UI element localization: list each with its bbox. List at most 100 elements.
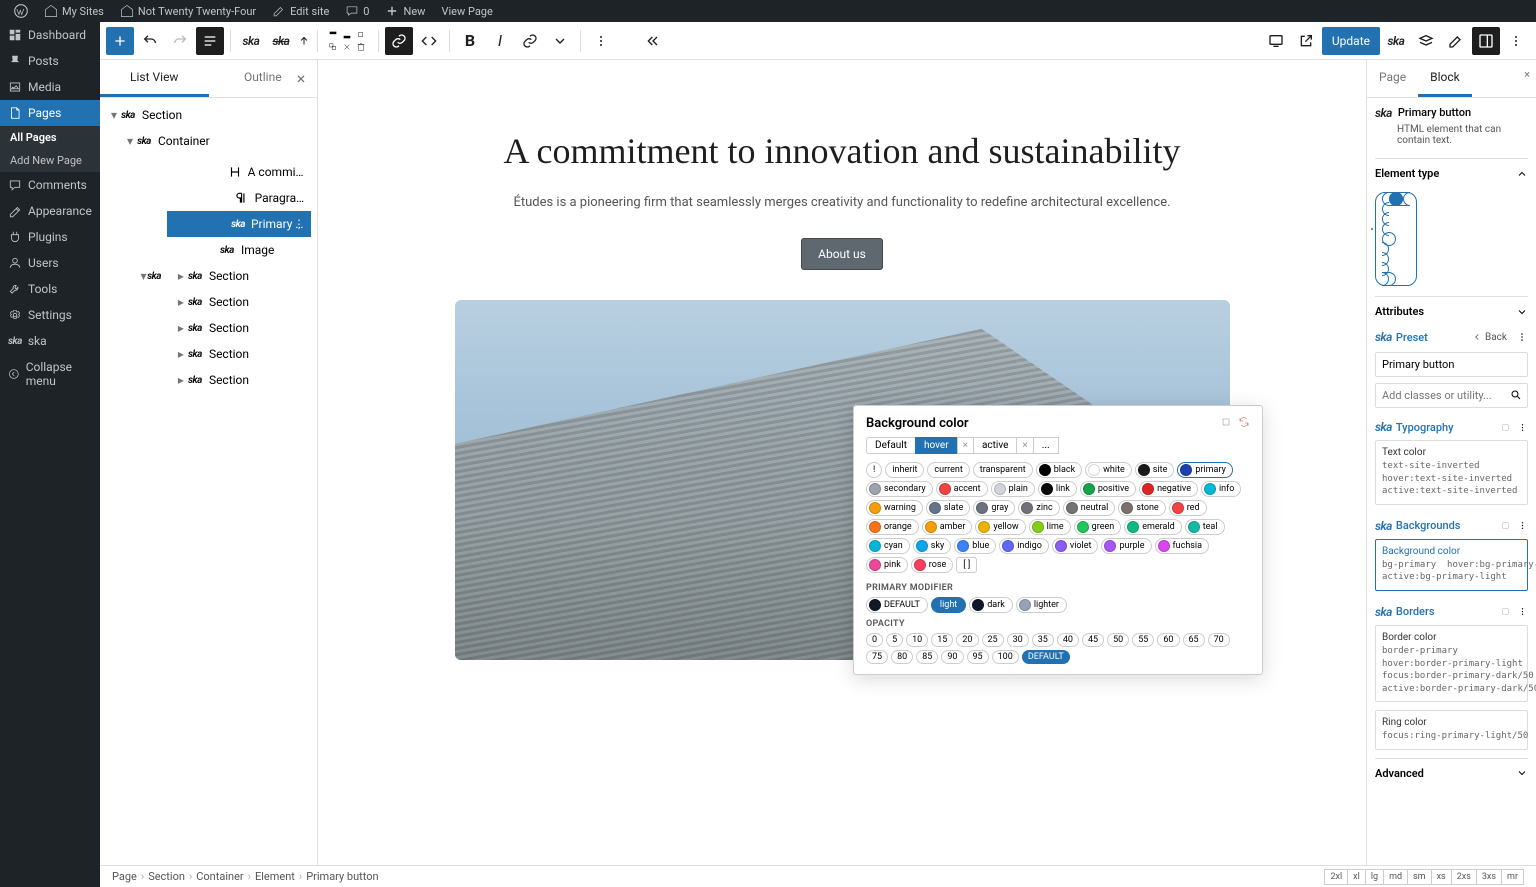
- color-violet[interactable]: violet: [1052, 538, 1099, 554]
- insert-before-icon[interactable]: [328, 30, 338, 40]
- tree-item-div[interactable]: ▾ ska A commitment to innovati... Paragr…: [100, 154, 317, 398]
- opacity-15[interactable]: 15: [931, 633, 953, 647]
- viewport-3xs[interactable]: 3xs: [1476, 869, 1502, 885]
- opacity-65[interactable]: 65: [1183, 633, 1205, 647]
- color-accent[interactable]: accent: [936, 481, 988, 497]
- color-stone[interactable]: stone: [1118, 500, 1165, 516]
- tree-item-section[interactable]: ▸ ska Section: [167, 315, 311, 341]
- typography-props[interactable]: Text color text-site-inverted hover:text…: [1375, 440, 1528, 505]
- color-neutral[interactable]: neutral: [1063, 500, 1116, 516]
- modifier-lighter[interactable]: lighter: [1016, 597, 1067, 613]
- color-blue[interactable]: blue: [954, 538, 996, 554]
- copy-icon[interactable]: [1500, 520, 1511, 531]
- more-icon[interactable]: [1517, 422, 1528, 433]
- more-options-button[interactable]: [1502, 27, 1530, 55]
- redo-button[interactable]: [166, 27, 194, 55]
- viewport-mr[interactable]: mr: [1501, 869, 1524, 885]
- color-zinc[interactable]: zinc: [1018, 500, 1059, 516]
- copy-icon[interactable]: [1220, 416, 1232, 428]
- borders-props-1[interactable]: Border color border-primary hover:border…: [1375, 625, 1528, 702]
- color-fuchsia[interactable]: fuchsia: [1155, 538, 1210, 554]
- viewport-xs[interactable]: xs: [1431, 869, 1452, 885]
- backgrounds-label[interactable]: Backgrounds: [1396, 519, 1461, 532]
- back-button[interactable]: Back: [1485, 332, 1507, 343]
- color-current[interactable]: current: [927, 462, 969, 478]
- color-transparent[interactable]: transparent: [973, 462, 1033, 478]
- copy-icon[interactable]: [356, 30, 366, 40]
- viewport-sm[interactable]: sm: [1407, 869, 1432, 885]
- site-name[interactable]: Not Twenty Twenty-Four: [112, 4, 264, 18]
- color-white[interactable]: white: [1085, 462, 1132, 478]
- breadcrumb-section[interactable]: Section: [148, 870, 185, 883]
- viewport-lg[interactable]: lg: [1365, 869, 1384, 885]
- section-attributes[interactable]: Attributes: [1375, 296, 1528, 326]
- bold-button[interactable]: B: [456, 27, 484, 55]
- italic-button[interactable]: I: [486, 27, 514, 55]
- edit-button[interactable]: [1442, 27, 1470, 55]
- tree-item-section[interactable]: ▸ ska Section: [167, 263, 311, 289]
- color-lime[interactable]: lime: [1029, 519, 1071, 535]
- wp-menu-collapse-menu[interactable]: Collapse menu: [0, 354, 100, 394]
- opacity-40[interactable]: 40: [1057, 633, 1079, 647]
- color-purple[interactable]: purple: [1101, 538, 1151, 554]
- color-positive[interactable]: positive: [1080, 481, 1136, 497]
- state-Default[interactable]: Default: [866, 437, 916, 454]
- wp-menu-dashboard[interactable]: Dashboard: [0, 22, 100, 48]
- opacity-70[interactable]: 70: [1208, 633, 1230, 647]
- tree-item-options[interactable]: ⋮: [293, 217, 305, 231]
- opacity-25[interactable]: 25: [982, 633, 1004, 647]
- modifier-DEFAULT[interactable]: DEFAULT: [866, 597, 928, 613]
- link-inline-button[interactable]: [516, 27, 544, 55]
- breadcrumb-container[interactable]: Container: [196, 870, 243, 883]
- cut-icon[interactable]: [342, 42, 352, 52]
- opacity-5[interactable]: 5: [886, 633, 903, 647]
- add-block-button[interactable]: [106, 27, 134, 55]
- wp-menu-posts[interactable]: Posts: [0, 48, 100, 74]
- opacity-35[interactable]: 35: [1032, 633, 1054, 647]
- list-view-toggle[interactable]: [196, 27, 224, 55]
- tree-item-image[interactable]: ska Image: [167, 237, 311, 263]
- wp-menu-comments[interactable]: Comments: [0, 172, 100, 198]
- tree-item-container[interactable]: ▾ ska Container: [100, 128, 317, 154]
- viewport-xl[interactable]: xl: [1347, 869, 1366, 885]
- collapse-toolbar-button[interactable]: [639, 27, 667, 55]
- color-cyan[interactable]: cyan: [866, 538, 910, 554]
- state-×[interactable]: ×: [1016, 437, 1033, 454]
- edit-site[interactable]: Edit site: [264, 4, 337, 18]
- settings-toggle[interactable]: [1472, 27, 1500, 55]
- color-orange[interactable]: orange: [866, 519, 919, 535]
- ska-icon-2[interactable]: ska: [267, 27, 295, 55]
- viewport-2xs[interactable]: 2xs: [1451, 869, 1477, 885]
- element-chip-li[interactable]: [1382, 212, 1410, 266]
- view-page[interactable]: View Page: [433, 5, 500, 18]
- opacity-95[interactable]: 95: [967, 650, 989, 664]
- wp-menu-settings[interactable]: Settings: [0, 302, 100, 328]
- opacity-85[interactable]: 85: [916, 650, 938, 664]
- canvas[interactable]: A commitment to innovation and sustainab…: [318, 60, 1366, 865]
- tree-item-section[interactable]: ▾ ska Section: [100, 102, 317, 128]
- view-page-button[interactable]: [1292, 27, 1320, 55]
- wp-menu-appearance[interactable]: Appearance: [0, 198, 100, 224]
- color-emerald[interactable]: emerald: [1124, 519, 1181, 535]
- color-indigo[interactable]: indigo: [999, 538, 1049, 554]
- color-plain[interactable]: plain: [991, 481, 1035, 497]
- new[interactable]: New: [377, 4, 433, 18]
- insert-after-icon[interactable]: [342, 30, 352, 40]
- typography-label[interactable]: Typography: [1396, 421, 1454, 434]
- backgrounds-props[interactable]: Background color bg-primary hover:bg-pri…: [1375, 539, 1528, 591]
- borders-props-2[interactable]: Ring color focus:ring-primary-light/50: [1375, 710, 1528, 750]
- tree-item-section[interactable]: ▸ ska Section: [167, 289, 311, 315]
- color-secondary[interactable]: secondary: [866, 481, 933, 497]
- duplicate-icon[interactable]: [328, 42, 338, 52]
- wp-menu-ska[interactable]: skaska: [0, 328, 100, 354]
- element-chip-ul[interactable]: [1382, 202, 1410, 276]
- code-button[interactable]: [415, 27, 443, 55]
- element-chip-section[interactable]: [1382, 192, 1410, 286]
- wp-menu-tools[interactable]: Tools: [0, 276, 100, 302]
- more-format-button[interactable]: [546, 27, 574, 55]
- breadcrumb-page[interactable]: Page: [112, 870, 137, 883]
- color-warning[interactable]: warning: [866, 500, 923, 516]
- element-chip-span[interactable]: [1382, 192, 1410, 286]
- opacity-30[interactable]: 30: [1007, 633, 1029, 647]
- color-link[interactable]: link: [1038, 481, 1077, 497]
